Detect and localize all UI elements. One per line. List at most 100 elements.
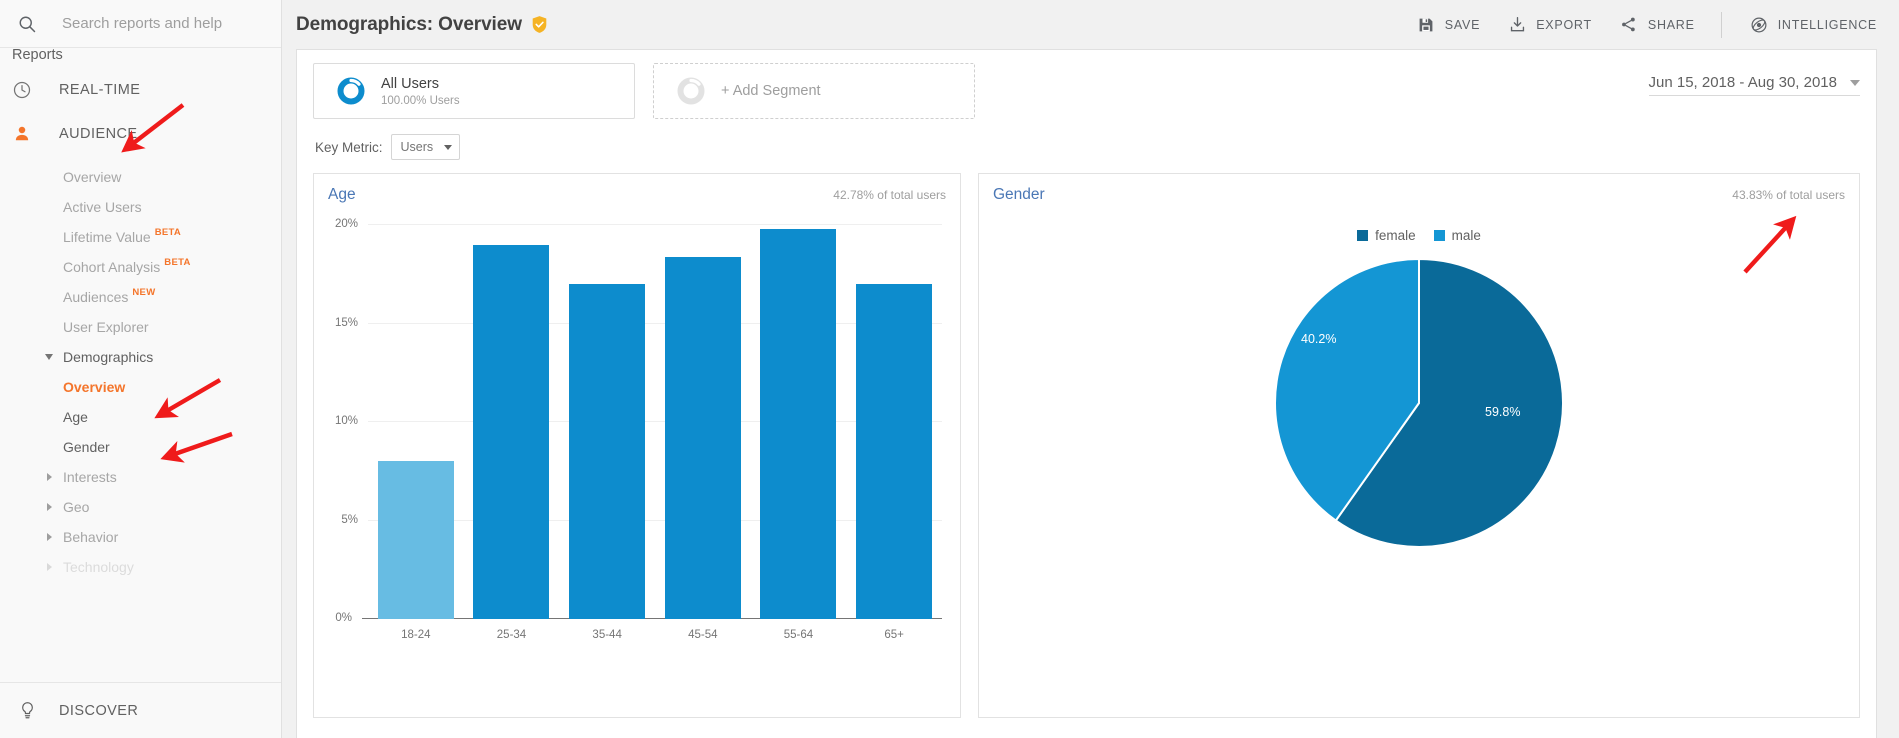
chevron-right-icon (47, 563, 52, 571)
sidebar-item-demographics[interactable]: Demographics (0, 342, 281, 372)
segment-subtitle: 100.00% Users (381, 94, 460, 107)
bar-group: 45-54 (655, 225, 751, 641)
top-bar: Demographics: Overview SAVE EXPORT SHARE… (282, 0, 1899, 49)
save-icon (1416, 17, 1436, 33)
intelligence-label: INTELLIGENCE (1777, 17, 1877, 32)
sidebar-item-label: Age (63, 409, 88, 425)
bar-group: 25-34 (464, 225, 560, 641)
sidebar-item-label: Demographics (63, 349, 154, 365)
bar-group: 18-24 (368, 225, 464, 641)
sidebar-item-active-users[interactable]: Active Users (0, 192, 281, 222)
share-icon (1619, 16, 1639, 33)
key-metric-select[interactable]: Users (390, 134, 461, 160)
legend-item[interactable]: male (1433, 228, 1481, 243)
legend-swatch (1433, 230, 1445, 241)
sidebar-item-overview[interactable]: Overview (0, 162, 281, 192)
bar[interactable] (473, 244, 550, 619)
pie-slice-label-female: 59.8% (1485, 405, 1521, 419)
toolbar-divider (1720, 11, 1722, 38)
segment-all-users[interactable]: All Users 100.00% Users (313, 63, 635, 119)
report-card: All Users 100.00% Users + Add Segment Ju… (296, 49, 1877, 738)
bar[interactable] (760, 228, 837, 619)
reports-section-label: Reports (12, 48, 63, 63)
legend-item[interactable]: female (1357, 228, 1416, 243)
intelligence-icon (1749, 16, 1769, 34)
bar[interactable] (664, 256, 741, 619)
y-axis-tick-label: 20% (334, 218, 358, 230)
age-panel-title[interactable]: Age (328, 186, 356, 204)
export-icon (1507, 16, 1527, 33)
sidebar-nav: Reports REAL-TIME AUDIENCE Overview Acti… (0, 48, 281, 682)
sidebar-item-demographics-overview[interactable]: Overview (0, 372, 281, 402)
sidebar-item-user-explorer[interactable]: User Explorer (0, 312, 281, 342)
bar[interactable] (569, 284, 646, 619)
sidebar-item-gender[interactable]: Gender (0, 432, 281, 462)
bar-group: 55-64 (751, 225, 847, 641)
age-panel-header: Age 42.78% of total users (314, 174, 960, 204)
search-icon (14, 11, 40, 37)
y-axis-tick-label: 5% (341, 513, 358, 526)
legend-swatch (1357, 230, 1369, 241)
add-segment-button[interactable]: + Add Segment (653, 63, 975, 119)
gender-panel-header: Gender 43.83% of total users (979, 174, 1859, 204)
sidebar-item-age[interactable]: Age (0, 402, 281, 432)
sidebar-item-behavior[interactable]: Behavior (0, 522, 281, 552)
age-panel: Age 42.78% of total users 0% 5% 10% 15% 20% 1… (313, 173, 961, 718)
export-button[interactable]: EXPORT (1507, 16, 1592, 33)
export-label: EXPORT (1536, 17, 1592, 32)
search-input[interactable] (60, 14, 260, 33)
charts-row: Age 42.78% of total users 0% 5% 10% 15% 20% 1… (297, 160, 1876, 718)
save-button[interactable]: SAVE (1416, 17, 1480, 33)
sidebar-item-audience[interactable]: AUDIENCE (0, 112, 281, 156)
page-title-text: Demographics: Overview (296, 13, 522, 35)
y-axis-tick-label: 15% (334, 316, 358, 329)
date-range-value: Jun 15, 2018 - Aug 30, 2018 (1648, 74, 1838, 91)
sidebar-item-label: REAL-TIME (59, 82, 141, 98)
sidebar-search-row[interactable] (0, 0, 281, 48)
bar-group: 65+ (846, 225, 942, 641)
sidebar-item-label: DISCOVER (59, 702, 139, 719)
sidebar-item-real-time[interactable]: REAL-TIME (0, 68, 281, 112)
main-content: Demographics: Overview SAVE EXPORT SHARE… (282, 0, 1899, 738)
sidebar-item-label: Active Users (63, 199, 142, 215)
share-button[interactable]: SHARE (1619, 16, 1695, 33)
x-axis-tick-label: 35-44 (592, 629, 622, 641)
sidebar-item-label: Technology (63, 559, 134, 575)
add-segment-label: + Add Segment (721, 83, 821, 99)
sidebar-item-cohort-analysis[interactable]: Cohort Analysis BETA (0, 252, 281, 282)
key-metric-value: Users (400, 140, 434, 154)
gender-panel: Gender 43.83% of total users female male … (978, 173, 1860, 718)
bar[interactable] (377, 461, 454, 619)
beta-badge: BETA (164, 256, 191, 268)
gender-pie-chart[interactable] (1273, 257, 1565, 549)
sidebar-item-technology[interactable]: Technology (0, 552, 281, 582)
x-axis-tick-label: 45-54 (688, 629, 718, 641)
x-axis-tick-label: 55-64 (783, 629, 814, 641)
key-metric-row: Key Metric: Users (297, 119, 1876, 160)
gender-panel-title[interactable]: Gender (993, 186, 1045, 204)
bar[interactable] (856, 284, 933, 619)
sidebar: Reports REAL-TIME AUDIENCE (0, 0, 282, 738)
page-title: Demographics: Overview (296, 14, 548, 36)
sidebar-item-geo[interactable]: Geo (0, 492, 281, 522)
gender-pie-area: 40.2% 59.8% (979, 257, 1859, 549)
age-bars: 18-24 25-34 35-44 45-54 55-64 65+ (368, 225, 942, 641)
age-total-users: 42.78% of total users (833, 188, 946, 202)
x-axis-tick-label: 18-24 (401, 629, 431, 641)
x-axis-tick-label: 65+ (884, 629, 904, 641)
intelligence-button[interactable]: INTELLIGENCE (1749, 16, 1877, 34)
sidebar-item-label: Overview (63, 169, 122, 185)
sidebar-item-audiences[interactable]: Audiences NEW (0, 282, 281, 312)
person-icon (12, 124, 42, 144)
shield-check-icon (531, 15, 548, 34)
date-range-picker[interactable]: Jun 15, 2018 - Aug 30, 2018 (1648, 74, 1860, 96)
sidebar-item-label: Behavior (63, 529, 119, 545)
sidebar-item-label: Audiences (63, 289, 129, 305)
sidebar-item-lifetime-value[interactable]: Lifetime Value BETA (0, 222, 281, 252)
bar-group: 35-44 (559, 225, 655, 641)
sidebar-item-discover[interactable]: DISCOVER (0, 682, 281, 738)
chevron-down-icon (45, 354, 53, 360)
save-label: SAVE (1444, 17, 1481, 32)
sidebar-item-interests[interactable]: Interests (0, 462, 281, 492)
gender-total-users: 43.83% of total users (1732, 188, 1845, 202)
